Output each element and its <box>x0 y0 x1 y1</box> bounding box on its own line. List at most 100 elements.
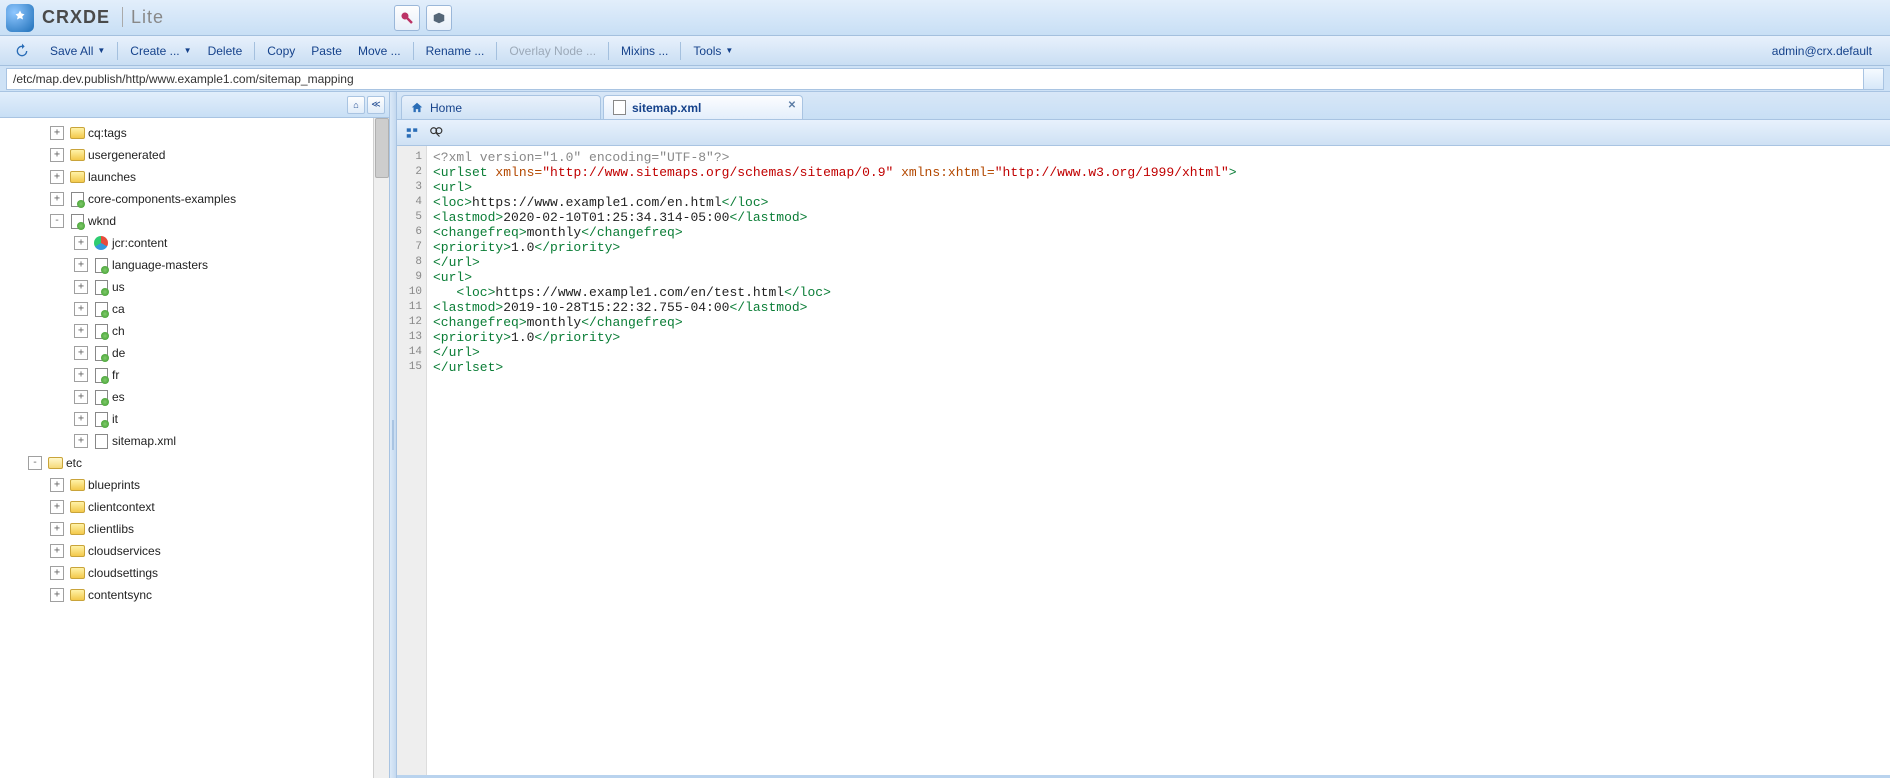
brand-title: CRXDE Lite <box>42 7 164 28</box>
tree-node[interactable]: +clientcontext <box>2 496 389 518</box>
tree-node[interactable]: -etc <box>2 452 389 474</box>
tree-toggle-icon[interactable]: + <box>50 544 64 558</box>
tree-node[interactable]: +cloudservices <box>2 540 389 562</box>
tab-sitemap-xml[interactable]: sitemap.xml✕ <box>603 95 803 119</box>
tree-label: clientlibs <box>88 522 134 536</box>
tree-label: blueprints <box>88 478 140 492</box>
tree-pane: ⌂ ≪ +cq:tags+usergenerated+launches+core… <box>0 92 390 778</box>
tree-home-icon[interactable]: ⌂ <box>347 96 365 114</box>
tree-node[interactable]: +it <box>2 408 389 430</box>
scroll-thumb[interactable] <box>375 118 389 178</box>
tree-node[interactable]: + es <box>2 386 389 408</box>
tree-label: core-components-examples <box>88 192 236 206</box>
copy-button[interactable]: Copy <box>259 40 303 62</box>
tree-toggle-icon[interactable]: + <box>50 126 64 140</box>
folder-open-icon <box>47 455 63 471</box>
tree-toggle-icon[interactable]: + <box>50 588 64 602</box>
tree-toggle-icon[interactable]: + <box>74 390 88 404</box>
user-info[interactable]: admin@crx.default <box>1772 44 1884 58</box>
tree-toggle-icon[interactable]: + <box>50 566 64 580</box>
tab-strip: Homesitemap.xml✕ <box>397 92 1890 120</box>
tree-view[interactable]: +cq:tags+usergenerated+launches+core-com… <box>0 118 389 778</box>
folder-icon <box>69 587 85 603</box>
code-editor[interactable]: 123456789101112131415 <?xml version="1.0… <box>397 146 1890 778</box>
tree-node[interactable]: +cq:tags <box>2 122 389 144</box>
tab-home[interactable]: Home <box>401 95 601 119</box>
tree-toggle-icon[interactable]: + <box>74 346 88 360</box>
tree-label: fr <box>112 368 119 382</box>
tree-node[interactable]: +ca <box>2 298 389 320</box>
main-area: ⌂ ≪ +cq:tags+usergenerated+launches+core… <box>0 92 1890 778</box>
tree-node[interactable]: +usergenerated <box>2 144 389 166</box>
page-icon <box>69 191 85 207</box>
tree-node[interactable]: + core-components-examples <box>2 188 389 210</box>
rename-button[interactable]: Rename ... <box>418 40 493 62</box>
tree-node[interactable]: + jcr:content <box>2 232 389 254</box>
paste-button[interactable]: Paste <box>303 40 350 62</box>
header-actions <box>394 5 452 31</box>
tree-toggle-icon[interactable]: + <box>74 412 88 426</box>
find-icon[interactable] <box>427 124 445 142</box>
tools-button[interactable] <box>394 5 420 31</box>
editor-structure-icon[interactable] <box>403 124 421 142</box>
close-icon[interactable]: ✕ <box>786 99 798 111</box>
tools-menu[interactable]: Tools▼ <box>685 40 741 62</box>
save-all-button[interactable]: Save All▼ <box>42 40 113 62</box>
tree-node[interactable]: +launches <box>2 166 389 188</box>
package-button[interactable] <box>426 5 452 31</box>
tree-node[interactable]: + ch <box>2 320 389 342</box>
code-content[interactable]: <?xml version="1.0" encoding="UTF-8"?><u… <box>427 146 1890 775</box>
brand-suffix: Lite <box>122 7 164 27</box>
delete-button[interactable]: Delete <box>200 40 251 62</box>
tree-node[interactable]: -wknd <box>2 210 389 232</box>
tree-node[interactable]: + blueprints <box>2 474 389 496</box>
tree-node[interactable]: + fr <box>2 364 389 386</box>
tree-node[interactable]: +us <box>2 276 389 298</box>
tree-toggle-icon[interactable]: + <box>74 368 88 382</box>
tree-toggle-icon[interactable]: + <box>50 192 64 206</box>
path-bar <box>0 66 1890 92</box>
folder-icon <box>69 543 85 559</box>
tree-node[interactable]: +contentsync <box>2 584 389 606</box>
tree-toggle-icon[interactable]: + <box>50 148 64 162</box>
collapse-left-icon[interactable]: ≪ <box>367 96 385 114</box>
tree-label: language-masters <box>112 258 208 272</box>
tree-toggle-icon[interactable]: + <box>74 434 88 448</box>
path-input[interactable] <box>6 68 1864 90</box>
tree-toggle-icon[interactable]: + <box>50 500 64 514</box>
create-button[interactable]: Create ...▼ <box>122 40 199 62</box>
tree-toggle-icon[interactable]: + <box>50 170 64 184</box>
jcr-icon <box>93 235 109 251</box>
folder-icon <box>69 169 85 185</box>
tree-toggle-icon[interactable]: + <box>50 522 64 536</box>
tree-toggle-icon[interactable]: + <box>50 478 64 492</box>
page-icon <box>93 257 109 273</box>
tree-label: es <box>112 390 125 404</box>
tree-toggle-icon[interactable]: - <box>28 456 42 470</box>
tree-label: ch <box>112 324 125 338</box>
tree-toggle-icon[interactable]: + <box>74 302 88 316</box>
path-dropdown-trigger[interactable] <box>1864 68 1884 90</box>
tree-node[interactable]: +de <box>2 342 389 364</box>
file-icon <box>93 433 109 449</box>
file-icon <box>612 101 626 115</box>
tree-node[interactable]: + clientlibs <box>2 518 389 540</box>
folder-icon <box>69 125 85 141</box>
tree-node[interactable]: +sitemap.xml <box>2 430 389 452</box>
tree-node[interactable]: + language-masters <box>2 254 389 276</box>
separator <box>608 42 609 60</box>
tree-toggle-icon[interactable]: + <box>74 236 88 250</box>
app-header: CRXDE Lite <box>0 0 1890 36</box>
tree-toggle-icon[interactable]: + <box>74 280 88 294</box>
tree-toggle-icon[interactable]: + <box>74 258 88 272</box>
separator <box>117 42 118 60</box>
tree-label: cloudsettings <box>88 566 158 580</box>
tree-node[interactable]: + cloudsettings <box>2 562 389 584</box>
refresh-button[interactable] <box>6 40 42 62</box>
tree-label: jcr:content <box>112 236 167 250</box>
tree-toggle-icon[interactable]: - <box>50 214 64 228</box>
tree-toggle-icon[interactable]: + <box>74 324 88 338</box>
tree-scrollbar[interactable] <box>373 118 389 778</box>
move-button[interactable]: Move ... <box>350 40 409 62</box>
mixins-button[interactable]: Mixins ... <box>613 40 676 62</box>
